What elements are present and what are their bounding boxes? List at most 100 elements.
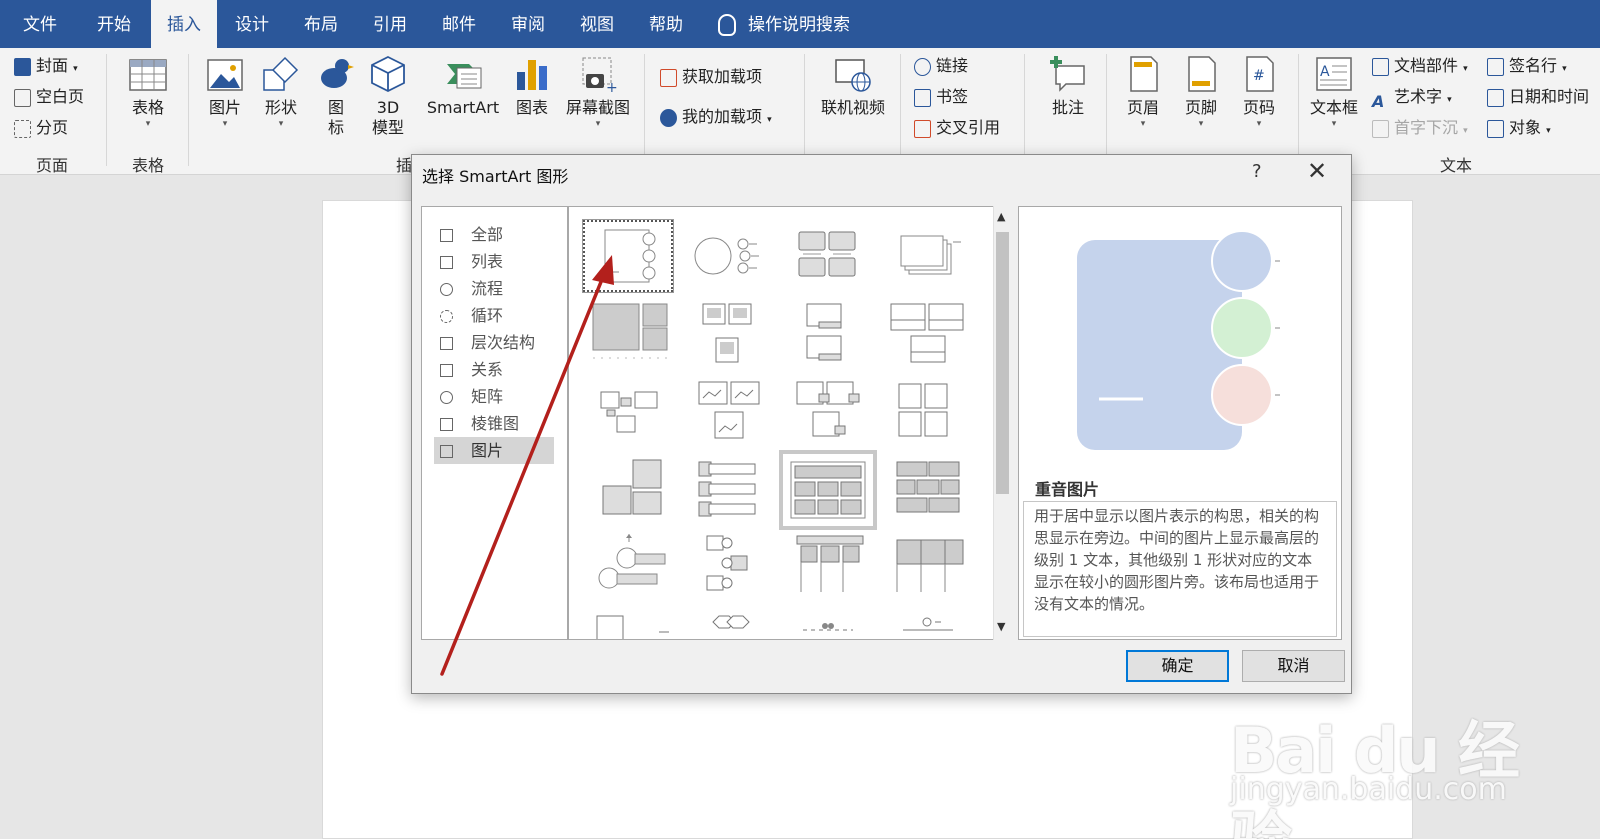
scroll-up-icon[interactable]: ▲ <box>997 210 1005 223</box>
object-button[interactable]: 对象 ▾ <box>1487 115 1551 141</box>
help-button[interactable]: ? <box>1252 161 1262 182</box>
ribbon-divider <box>188 54 189 166</box>
picture-button[interactable]: 图片 ▾ <box>200 54 250 130</box>
layout-picture-stack[interactable] <box>883 220 973 292</box>
category-process[interactable]: 流程 <box>434 275 554 302</box>
category-label: 棱锥图 <box>471 414 520 433</box>
layout-picture-accent-list[interactable] <box>779 450 877 530</box>
layout-bending-picture[interactable] <box>583 376 673 448</box>
smartart-dialog: 选择 SmartArt 图形 ? ✕ 全部 列表 流程 循环 层次结构 关系 矩… <box>411 154 1352 694</box>
header-icon <box>1123 54 1163 94</box>
gallery-scrollbar[interactable]: ▲ ▼ <box>993 206 1010 640</box>
textbox-button[interactable]: A 文本框 ▾ <box>1306 54 1362 130</box>
footer-label: 页脚 <box>1184 98 1217 117</box>
signature-line-button[interactable]: 签名行 ▾ <box>1487 53 1567 79</box>
chart-button[interactable]: 图表 <box>510 54 554 118</box>
layout-hexagon-pictures[interactable] <box>883 532 973 604</box>
layout-partial-1[interactable] <box>583 610 673 639</box>
layout-framed-pictures[interactable] <box>683 298 773 370</box>
tab-review[interactable]: 审阅 <box>494 0 562 48</box>
table-button[interactable]: 表格 ▾ <box>120 54 176 130</box>
layout-horizontal-picture-list[interactable] <box>683 454 773 526</box>
addin-cube-icon <box>660 108 677 127</box>
category-all[interactable]: 全部 <box>434 221 554 248</box>
link-button[interactable]: 链接 <box>914 53 968 79</box>
scrollbar-thumb[interactable] <box>996 232 1009 494</box>
layout-accented-picture[interactable] <box>582 219 674 293</box>
get-addins-button[interactable]: 获取加载项 <box>660 64 762 90</box>
header-button[interactable]: 页眉 ▾ <box>1118 54 1168 130</box>
my-addins-button[interactable]: 我的加载项 ▾ <box>660 104 772 130</box>
category-picture[interactable]: 图片 <box>434 437 554 464</box>
date-time-button[interactable]: 日期和时间 <box>1487 84 1589 110</box>
close-icon[interactable]: ✕ <box>1307 157 1327 185</box>
layout-titled-pictures[interactable] <box>783 298 873 370</box>
tab-file[interactable]: 文件 <box>6 0 74 48</box>
page-number-button[interactable]: # 页码 ▾ <box>1234 54 1284 130</box>
smartart-button[interactable]: SmartArt <box>420 54 506 118</box>
shapes-button[interactable]: 形状 ▾ <box>256 54 306 130</box>
cancel-button[interactable]: 取消 <box>1242 650 1345 682</box>
layout-snapshot-pictures[interactable] <box>683 376 773 448</box>
tell-me-search[interactable]: 操作说明搜索 <box>718 0 850 48</box>
layout-picture-organization[interactable] <box>583 532 673 604</box>
tab-layout[interactable]: 布局 <box>287 0 355 48</box>
scroll-down-icon[interactable]: ▼ <box>997 620 1005 633</box>
object-label: 对象 <box>1509 118 1542 137</box>
group-label-text: 文本 <box>1439 156 1472 175</box>
tab-view[interactable]: 视图 <box>563 0 631 48</box>
category-pyramid[interactable]: 棱锥图 <box>434 410 554 437</box>
layout-partial-4[interactable] <box>883 610 973 639</box>
layout-picture-table[interactable] <box>883 454 973 526</box>
layout-picture-callouts[interactable] <box>783 376 873 448</box>
layout-picture-grid[interactable] <box>583 298 673 370</box>
category-matrix[interactable]: 矩阵 <box>434 383 554 410</box>
layout-partial-2[interactable] <box>683 610 773 639</box>
break-label: 分页 <box>36 118 69 137</box>
quick-parts-button[interactable]: 文档部件 ▾ <box>1372 53 1468 79</box>
shapes-icon <box>261 54 301 94</box>
layout-picture-blocks[interactable] <box>883 376 973 448</box>
footer-button[interactable]: 页脚 ▾ <box>1176 54 1226 130</box>
layout-ascending-pictures[interactable] <box>583 454 673 526</box>
online-video-button[interactable]: 联机视频 <box>814 54 892 118</box>
matrix-category-icon <box>440 391 453 404</box>
layout-circle-picture-hierarchy[interactable] <box>683 532 773 604</box>
search-label: 操作说明搜索 <box>748 15 850 35</box>
comment-button[interactable]: 批注 <box>1040 54 1096 118</box>
layout-circular-picture-callout[interactable] <box>683 220 773 292</box>
layout-vertical-picture-list[interactable] <box>783 532 873 604</box>
preview-title: 重音图片 <box>1035 480 1100 499</box>
layout-partial-3[interactable] <box>783 610 873 639</box>
tab-design[interactable]: 设计 <box>218 0 286 48</box>
bookmark-button[interactable]: 书签 <box>914 84 968 110</box>
wordart-button[interactable]: A 艺术字 ▾ <box>1372 84 1452 111</box>
cross-reference-button[interactable]: 交叉引用 <box>914 115 1000 141</box>
cover-page-button[interactable]: 封面 ▾ <box>14 53 78 79</box>
all-category-icon <box>440 229 453 242</box>
list-category-icon <box>440 256 453 269</box>
tab-insert[interactable]: 插入 <box>151 0 217 48</box>
3d-model-button[interactable]: 3D 模型 <box>366 54 410 138</box>
icons-button[interactable]: 图标 <box>316 54 356 138</box>
screenshot-label: 屏幕截图 <box>565 98 630 117</box>
tab-help[interactable]: 帮助 <box>632 0 700 48</box>
textbox-icon: A <box>1314 54 1354 94</box>
category-list: 全部 列表 流程 循环 层次结构 关系 矩阵 棱锥图 图片 <box>421 206 568 640</box>
blank-page-button[interactable]: 空白页 <box>14 84 84 110</box>
tab-home[interactable]: 开始 <box>80 0 148 48</box>
dropcap-button[interactable]: 首字下沉 ▾ <box>1372 115 1468 141</box>
layout-picture-columns[interactable] <box>883 298 973 370</box>
ok-button[interactable]: 确定 <box>1126 650 1229 682</box>
layout-picture-caption[interactable] <box>783 220 873 292</box>
category-relationship[interactable]: 关系 <box>434 356 554 383</box>
category-cycle[interactable]: 循环 <box>434 302 554 329</box>
category-hierarchy[interactable]: 层次结构 <box>434 329 554 356</box>
table-icon <box>128 54 168 94</box>
category-list-type[interactable]: 列表 <box>434 248 554 275</box>
tab-mailings[interactable]: 邮件 <box>425 0 493 48</box>
tab-references[interactable]: 引用 <box>356 0 424 48</box>
category-label: 图片 <box>471 441 504 460</box>
screenshot-button[interactable]: + 屏幕截图 ▾ <box>560 54 636 130</box>
page-break-button[interactable]: 分页 <box>14 115 68 141</box>
